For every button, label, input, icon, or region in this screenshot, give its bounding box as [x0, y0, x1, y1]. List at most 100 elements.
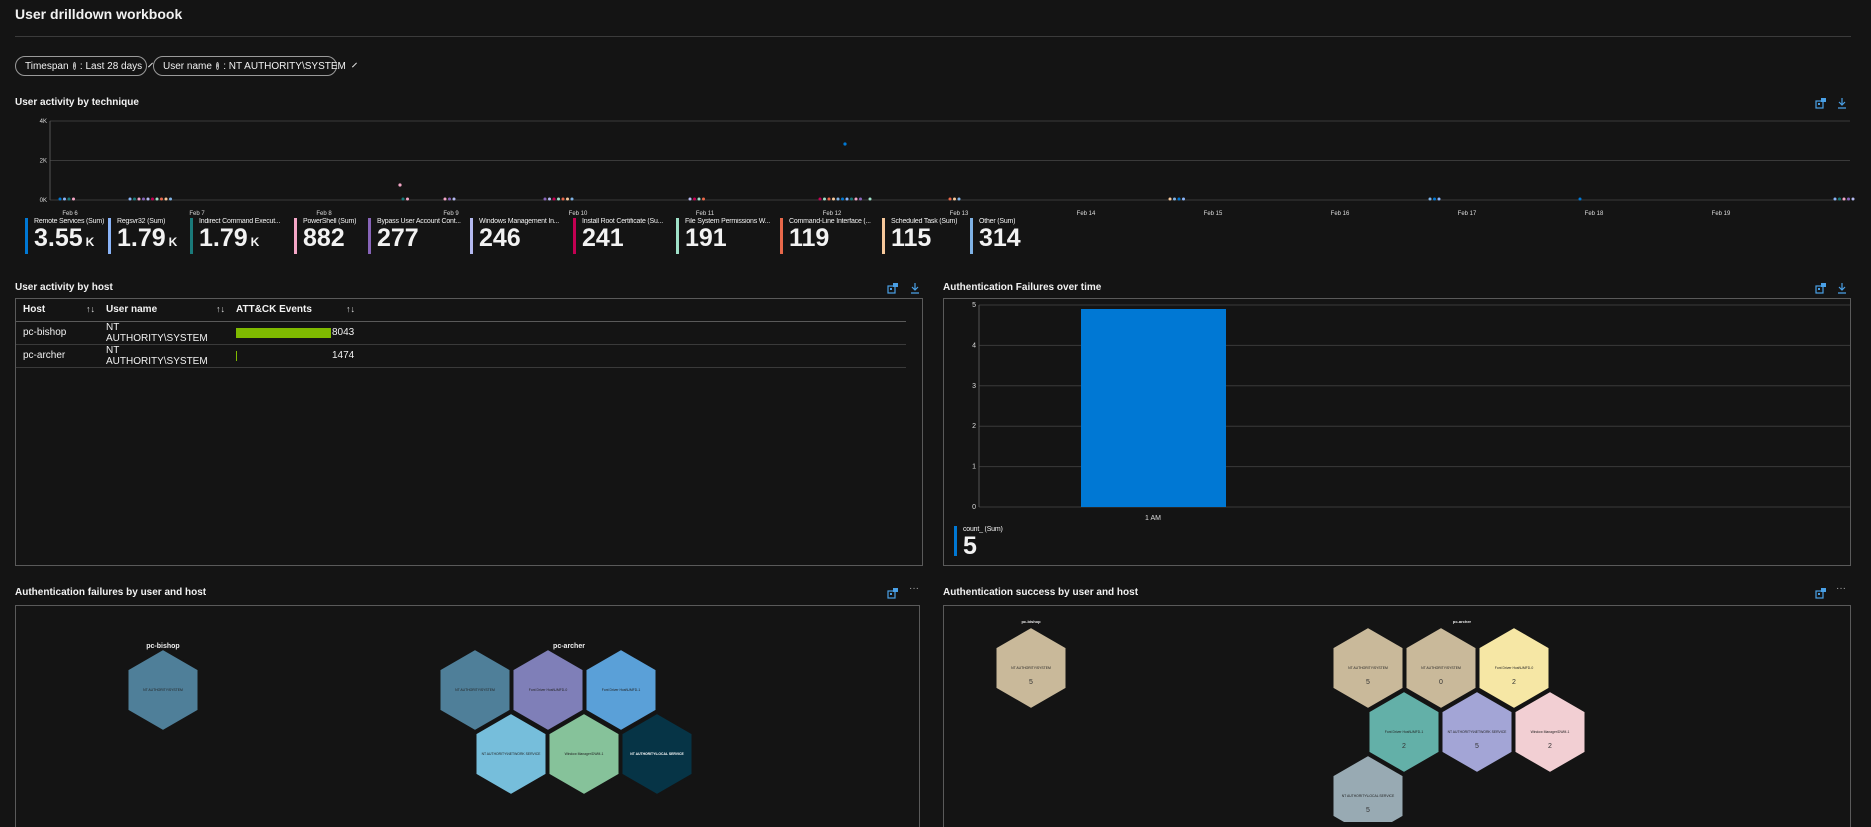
hex-label: NT AUTHORITY\SYSTEM	[455, 688, 495, 692]
auth-failures-time-panel: 5 4 3 2 1 0 1 AM count_ (Sum) 5	[943, 298, 1851, 566]
pin-icon[interactable]	[1815, 282, 1827, 294]
timespan-dropdown[interactable]: Timespan i : Last 28 days	[15, 56, 154, 76]
auth-failures-time-title: Authentication Failures over time	[943, 282, 1102, 293]
failures-hex-panel: pc-bishop pc-archer NT AUTHORITY\SYSTEM NT …	[15, 605, 920, 827]
data-point	[1842, 197, 1846, 201]
technique-tile: Command-Line Interface (... 119	[780, 218, 875, 254]
hex-cell[interactable]: NT AUTHORITY\SYSTEM	[126, 647, 200, 733]
page-title: User drilldown workbook	[15, 6, 183, 22]
auth-failures-bar-chart: 5 4 3 2 1 0 1 AM	[972, 302, 1850, 522]
data-point	[845, 197, 849, 201]
x-tick-label: Feb 8	[316, 211, 332, 217]
data-point	[561, 197, 565, 201]
data-point	[160, 197, 163, 201]
download-icon[interactable]	[1836, 97, 1848, 109]
hex-count: 2	[1402, 743, 1406, 750]
data-point	[1851, 197, 1855, 201]
sort-icon[interactable]: ↑↓	[346, 299, 906, 322]
pin-icon[interactable]	[887, 587, 899, 599]
hex-label: Font Driver Host\UMFD-1	[602, 688, 641, 692]
events-cell: 1474	[236, 344, 906, 368]
data-point	[58, 197, 62, 201]
y-tick-label: 3	[972, 383, 976, 390]
column-user-name[interactable]: User name	[106, 299, 216, 322]
hex-label: Font Driver Host\UMFD-0	[1495, 666, 1534, 670]
data-point	[688, 197, 692, 201]
download-icon[interactable]	[1836, 282, 1848, 294]
technique-section-title: User activity by technique	[15, 97, 139, 108]
technique-tile: Other (Sum) 314	[970, 218, 1065, 254]
y-tick-label: 0K	[40, 198, 47, 204]
hex-label: Font Driver Host\UMFD-0	[529, 688, 568, 692]
sort-icon[interactable]: ↑↓	[86, 299, 106, 322]
data-point	[133, 197, 136, 201]
hex-label: NT AUTHORITY\LOCAL SERVICE	[1342, 794, 1395, 798]
technique-tile: Indirect Command Execut... 1.79 K	[190, 218, 285, 254]
hex-count: 5	[1475, 743, 1479, 750]
pin-icon[interactable]	[887, 282, 899, 294]
host-section-title: User activity by host	[15, 282, 113, 293]
x-tick-label: Feb 7	[189, 211, 205, 217]
hex-label: NT AUTHORITY\NETWORK SERVICE	[482, 752, 542, 756]
table-header-row: Host ↑↓ User name ↑↓ ATT&CK Events ↑↓	[16, 299, 906, 322]
x-tick-label: Feb 19	[1712, 211, 1731, 217]
y-tick-label: 4K	[40, 119, 47, 125]
more-options-icon[interactable]: ···	[1836, 583, 1846, 594]
table-row[interactable]: pc-bishop NT AUTHORITY\SYSTEM 8043	[16, 321, 906, 345]
sort-icon[interactable]: ↑↓	[216, 299, 236, 322]
events-value: 8043	[332, 327, 355, 338]
data-point	[1578, 197, 1582, 201]
technique-tile: Remote Services (Sum) 3.55 K	[25, 218, 120, 254]
data-point	[818, 197, 822, 201]
bar-1am	[1081, 309, 1226, 507]
data-point	[67, 197, 71, 201]
data-point	[823, 197, 826, 201]
download-icon[interactable]	[909, 282, 921, 294]
technique-tile: File System Permissions W... 191	[676, 218, 771, 254]
x-tick-label: 1 AM	[1145, 515, 1161, 522]
data-point	[854, 197, 858, 201]
data-point	[146, 197, 150, 201]
technique-tile: Scheduled Task (Sum) 115	[882, 218, 977, 254]
data-point	[164, 197, 168, 201]
hex-label: NT AUTHORITY\LOCAL SERVICE	[630, 752, 684, 756]
tile-value: 1.79 K	[199, 224, 260, 252]
hex-label: Window Manager\DWM-1	[565, 752, 604, 756]
group-label: pc-archer	[553, 643, 585, 650]
hex-label: Window Manager\DWM-1	[1531, 730, 1570, 734]
y-tick-label: 2K	[40, 159, 47, 165]
data-point	[1847, 197, 1850, 201]
data-point	[1838, 197, 1841, 201]
pin-icon[interactable]	[1815, 587, 1827, 599]
timespan-label: Timespan	[25, 60, 69, 72]
success-hexbin: pc-bishop pc-archerNT AUTHORITY\SYSTEM5NT…	[994, 619, 1587, 827]
table-row[interactable]: pc-archer NT AUTHORITY\SYSTEM 1474	[16, 344, 906, 368]
data-point	[1173, 197, 1176, 201]
y-tick-label: 0	[972, 504, 976, 511]
column-host[interactable]: Host	[16, 299, 86, 322]
tile-unit: K	[85, 235, 95, 249]
column-attack-events[interactable]: ATT&CK Events	[236, 299, 346, 322]
hex-cell[interactable]: NT AUTHORITY\SYSTEM 5	[994, 625, 1068, 711]
chevron-down-icon	[351, 62, 357, 67]
data-point	[552, 197, 556, 201]
y-tick-label: 2	[972, 423, 976, 430]
data-point	[142, 197, 145, 201]
group-label: pc-archer	[1453, 619, 1472, 624]
tile-value: 314	[979, 224, 1021, 252]
pin-icon[interactable]	[1815, 97, 1827, 109]
technique-tile: Windows Management In... 246	[470, 218, 565, 254]
more-options-icon[interactable]: ···	[909, 583, 919, 594]
events-bar	[236, 327, 331, 338]
hex-label: NT AUTHORITY\SYSTEM	[1421, 666, 1461, 670]
x-tick-label: Feb 12	[823, 211, 842, 217]
host-table: Host ↑↓ User name ↑↓ ATT&CK Events ↑↓ pc…	[16, 299, 906, 368]
data-point	[832, 197, 835, 201]
username-dropdown[interactable]: User name i : NT AUTHORITY\SYSTEM	[153, 56, 357, 76]
y-tick-label: 1	[972, 464, 976, 471]
events-bar-track	[236, 327, 331, 338]
data-point	[155, 197, 159, 201]
technique-timeline-chart: 4K 2K 0K Feb 6 Feb 7 Feb 8 Feb 9 Feb 10 Feb 11 F…	[40, 119, 1855, 217]
tile-value: 241	[582, 224, 624, 252]
timespan-value: : Last 28 days	[79, 60, 143, 72]
